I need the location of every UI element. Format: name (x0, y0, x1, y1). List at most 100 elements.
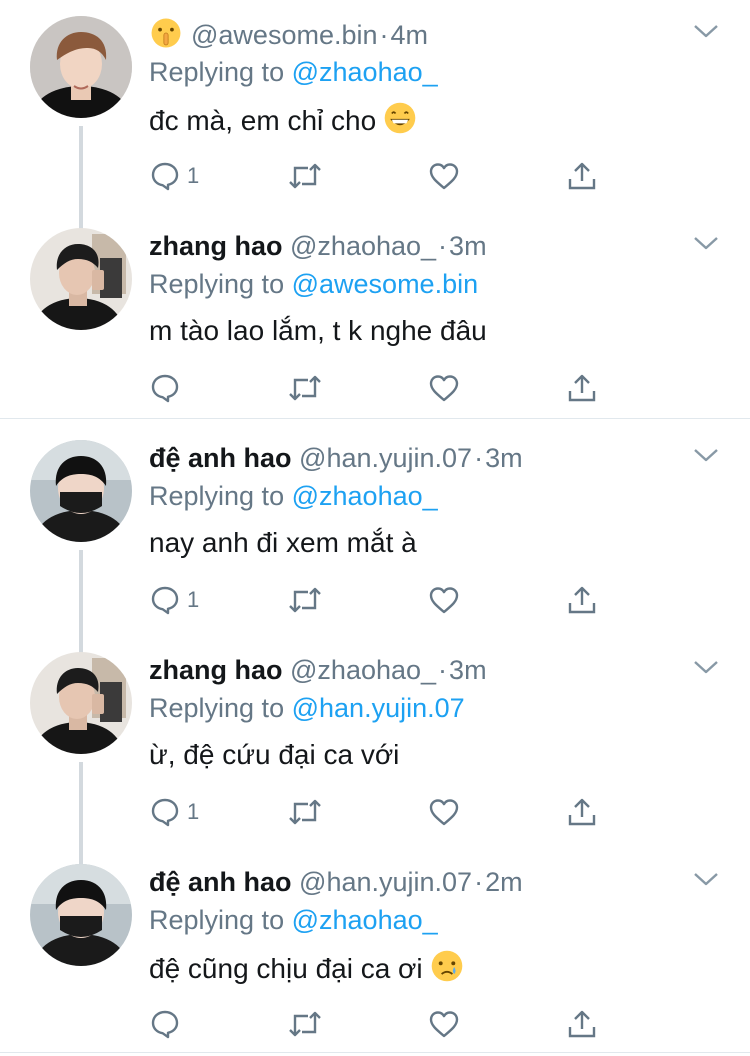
user-handle[interactable]: @han.yujin.07 (299, 443, 472, 473)
tweet-actions: 1 (149, 156, 609, 196)
tweet-text-content: ừ, đệ cứu đại ca với (149, 739, 400, 770)
like-button[interactable] (427, 580, 461, 620)
replying-to-link[interactable]: @zhaohao_ (292, 905, 438, 935)
reply-button[interactable]: 1 (149, 156, 199, 196)
timestamp[interactable]: 3m (449, 231, 487, 261)
tweet-header: đệ anh hao @han.yujin.07·2m (149, 864, 523, 900)
replying-to-label: Replying to (149, 269, 285, 299)
shushing-face-emoji (149, 16, 183, 59)
grinning-face-emoji (382, 100, 418, 146)
display-name[interactable]: zhang hao (149, 655, 283, 685)
like-button[interactable] (427, 156, 461, 196)
timestamp[interactable]: 3m (449, 655, 487, 685)
tweet-header: zhang hao @zhaohao_·3m (149, 652, 487, 688)
thread-line (79, 762, 83, 868)
retweet-button[interactable] (287, 792, 323, 832)
reply-button[interactable] (149, 1004, 187, 1044)
tweet-text: m tào lao lắm, t k nghe đâu (149, 312, 487, 350)
retweet-icon (287, 796, 323, 828)
chevron-down-icon[interactable] (692, 658, 720, 681)
retweet-icon (287, 1008, 323, 1040)
retweet-icon (287, 160, 323, 192)
reply-icon (149, 372, 181, 404)
chevron-down-icon[interactable] (692, 446, 720, 469)
like-icon (427, 372, 461, 404)
tweet-header: đệ anh hao @han.yujin.07·3m (149, 440, 523, 476)
retweet-icon (287, 372, 323, 404)
like-icon (427, 796, 461, 828)
tweet-actions (149, 368, 609, 408)
avatar[interactable] (30, 864, 132, 966)
timestamp[interactable]: 3m (485, 443, 523, 473)
like-button[interactable] (427, 1004, 461, 1044)
replying-to-link[interactable]: @zhaohao_ (292, 57, 438, 87)
reply-icon (149, 1008, 181, 1040)
reply-count: 1 (187, 587, 200, 612)
separator-dot: · (474, 443, 484, 473)
tweet-actions (149, 1004, 609, 1044)
retweet-button[interactable] (287, 368, 323, 408)
reply-count: 1 (187, 799, 200, 824)
reply-button[interactable]: 1 (149, 580, 199, 620)
avatar[interactable] (30, 440, 132, 542)
replying-to-link[interactable]: @zhaohao_ (292, 481, 438, 511)
display-name[interactable]: đệ anh hao (149, 867, 292, 897)
replying-to-label: Replying to (149, 905, 285, 935)
separator-dot: · (438, 231, 448, 261)
chevron-down-icon[interactable] (692, 22, 720, 45)
tweet-text: đc mà, em chỉ cho (149, 100, 418, 146)
retweet-button[interactable] (287, 156, 323, 196)
replying-to: Replying to @zhaohao_ (149, 902, 438, 938)
separator-dot: · (438, 655, 448, 685)
like-icon (427, 160, 461, 192)
chevron-down-icon[interactable] (692, 234, 720, 257)
share-button[interactable] (566, 368, 598, 408)
retweet-icon (287, 584, 323, 616)
display-name[interactable]: zhang hao (149, 231, 283, 261)
replying-to-link[interactable]: @han.yujin.07 (292, 693, 465, 723)
share-button[interactable] (566, 1004, 598, 1044)
thread-divider (0, 418, 750, 419)
share-button[interactable] (566, 156, 598, 196)
thread-line (79, 126, 83, 232)
tweet-text-content: nay anh đi xem mắt à (149, 527, 417, 558)
share-icon (566, 796, 598, 828)
tweet-text-content: đc mà, em chỉ cho (149, 105, 377, 136)
replying-to: Replying to @zhaohao_ (149, 54, 438, 90)
separator-dot: · (379, 20, 389, 50)
like-button[interactable] (427, 368, 461, 408)
tweet-header: zhang hao @zhaohao_·3m (149, 228, 487, 264)
avatar[interactable] (30, 228, 132, 330)
share-icon (566, 584, 598, 616)
replying-to: Replying to @awesome.bin (149, 266, 478, 302)
user-handle[interactable]: @han.yujin.07 (299, 867, 472, 897)
tweet-text-content: đệ cũng chịu đại ca ơi (149, 953, 423, 984)
tweet-text: ừ, đệ cứu đại ca với (149, 736, 399, 774)
share-button[interactable] (566, 580, 598, 620)
retweet-button[interactable] (287, 580, 323, 620)
replying-to-label: Replying to (149, 693, 285, 723)
replying-to: Replying to @han.yujin.07 (149, 690, 465, 726)
chevron-down-icon[interactable] (692, 870, 720, 893)
like-icon (427, 1008, 461, 1040)
like-button[interactable] (427, 792, 461, 832)
timestamp[interactable]: 4m (391, 20, 429, 50)
replying-to: Replying to @zhaohao_ (149, 478, 438, 514)
user-handle[interactable]: @zhaohao_ (290, 231, 436, 261)
tweet-text: đệ cũng chịu đại ca ơi (149, 948, 465, 994)
tweet-text-content: m tào lao lắm, t k nghe đâu (149, 315, 487, 346)
display-name[interactable]: đệ anh hao (149, 443, 292, 473)
reply-icon (149, 160, 181, 192)
reply-button[interactable] (149, 368, 187, 408)
replying-to-link[interactable]: @awesome.bin (292, 269, 479, 299)
tweet-actions: 1 (149, 580, 609, 620)
avatar[interactable] (30, 16, 132, 118)
user-handle[interactable]: @zhaohao_ (290, 655, 436, 685)
timestamp[interactable]: 2m (485, 867, 523, 897)
retweet-button[interactable] (287, 1004, 323, 1044)
reply-button[interactable]: 1 (149, 792, 199, 832)
share-button[interactable] (566, 792, 598, 832)
replying-to-label: Replying to (149, 481, 285, 511)
avatar[interactable] (30, 652, 132, 754)
user-handle[interactable]: @awesome.bin (191, 20, 378, 50)
